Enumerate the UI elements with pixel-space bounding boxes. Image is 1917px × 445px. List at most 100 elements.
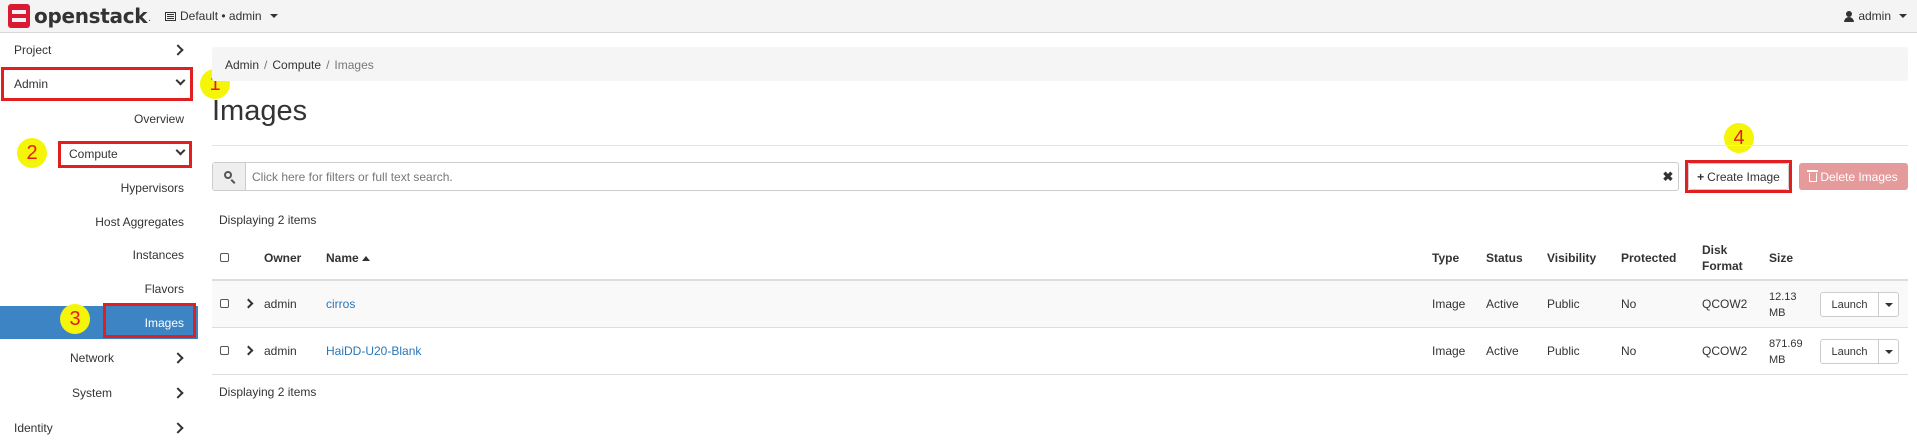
size-unit: MB [1769, 354, 1786, 366]
create-image-button[interactable]: + Create Image [1688, 163, 1789, 190]
annotation-badge-3: 3 [60, 304, 90, 334]
sidebar-item-label: Flavors [144, 282, 184, 296]
column-header-type[interactable]: Type [1432, 251, 1459, 265]
launch-button-group: Launch [1820, 339, 1899, 364]
annotation-badge-4: 4 [1724, 123, 1754, 153]
sidebar-item-instances[interactable]: Instances [0, 238, 198, 271]
launch-button-group: Launch [1820, 292, 1899, 317]
disk-format-line-2: Format [1702, 259, 1743, 273]
cell-type: Image [1432, 344, 1466, 358]
column-header-visibility[interactable]: Visibility [1547, 251, 1596, 265]
sidebar-item-label: Identity [14, 420, 53, 435]
column-header-disk-format[interactable]: Disk Format [1702, 242, 1743, 274]
column-header-name-label: Name [326, 251, 359, 265]
trash-icon [1807, 170, 1819, 182]
annotation-box-images [103, 303, 196, 338]
display-count-top: Displaying 2 items [219, 213, 317, 227]
sidebar-item-label: Instances [132, 248, 184, 262]
column-header-name[interactable]: Name [326, 251, 370, 265]
chevron-right-icon [172, 386, 184, 399]
launch-button[interactable]: Launch [1820, 292, 1879, 317]
brand-name: openstack [34, 4, 148, 28]
user-menu[interactable]: admin [1844, 9, 1907, 23]
sidebar-item-identity[interactable]: Identity [0, 411, 198, 444]
column-header-owner[interactable]: Owner [264, 251, 301, 265]
sidebar-item-system[interactable]: System [0, 376, 198, 409]
breadcrumb: Admin / Compute / Images [212, 47, 1908, 81]
table-header: Owner Name Type Status Visibility Protec… [212, 237, 1908, 281]
breadcrumb-current: Images [334, 58, 374, 72]
sidebar-item-host-aggregates[interactable]: Host Aggregates [0, 205, 198, 238]
chevron-right-icon [172, 351, 184, 364]
sidebar-item-label: System [72, 385, 113, 400]
clear-search-icon[interactable]: ✖ [1658, 169, 1678, 185]
cell-size: 871.69 MB [1769, 336, 1803, 368]
sidebar-item-label: Host Aggregates [95, 215, 184, 229]
launch-button[interactable]: Launch [1820, 339, 1879, 364]
brand-suffix: . [148, 13, 152, 24]
context-label: Default • admin [180, 9, 262, 23]
expand-row-icon[interactable] [243, 345, 254, 356]
row-checkbox[interactable] [220, 346, 229, 355]
create-image-label: Create Image [1707, 169, 1780, 184]
launch-dropdown-toggle[interactable] [1879, 292, 1899, 317]
sidebar-item-hypervisors[interactable]: Hypervisors [0, 171, 198, 204]
row-checkbox[interactable] [220, 299, 229, 308]
cell-owner: admin [264, 344, 297, 358]
sidebar-item-network[interactable]: Network [0, 341, 198, 374]
cell-status: Active [1486, 297, 1519, 311]
page-title: Images [212, 95, 308, 127]
delete-images-button[interactable]: Delete Images [1799, 163, 1908, 190]
search-input[interactable] [246, 164, 1658, 189]
cell-visibility: Public [1547, 297, 1580, 311]
column-header-protected[interactable]: Protected [1621, 251, 1676, 265]
search-addon [213, 163, 246, 190]
openstack-logo[interactable]: openstack . [8, 4, 151, 28]
breadcrumb-admin[interactable]: Admin [225, 58, 259, 72]
cell-owner: admin [264, 297, 297, 311]
chevron-right-icon [172, 43, 184, 56]
cell-name-link[interactable]: HaiDD-U20-Blank [326, 344, 421, 358]
sidebar-item-overview[interactable]: Overview [0, 102, 198, 135]
annotation-box-compute [58, 141, 192, 168]
display-count-bottom: Displaying 2 items [219, 385, 317, 399]
chevron-right-icon [172, 421, 184, 434]
size-value: 871.69 [1769, 338, 1803, 350]
disk-format-line-1: Disk [1702, 243, 1728, 257]
cell-status: Active [1486, 344, 1519, 358]
delete-images-label: Delete Images [1820, 169, 1898, 184]
size-unit: MB [1769, 307, 1786, 319]
sidebar-item-label: Project [14, 42, 52, 57]
sidebar-item-project[interactable]: Project [0, 33, 198, 66]
table-row: admin cirros Image Active Public No QCOW… [212, 281, 1908, 328]
cell-disk-format: QCOW2 [1702, 344, 1748, 358]
cell-name-link[interactable]: cirros [326, 297, 355, 311]
sort-ascending-icon [361, 256, 370, 262]
cell-size: 12.13 MB [1769, 289, 1797, 321]
sidebar-item-flavors[interactable]: Flavors [0, 272, 198, 305]
openstack-logo-icon [8, 4, 30, 28]
expand-row-icon[interactable] [243, 298, 254, 309]
user-icon [1844, 10, 1855, 22]
sidebar-item-label: Overview [133, 112, 184, 126]
user-name: admin [1858, 9, 1891, 23]
cell-visibility: Public [1547, 344, 1580, 358]
caret-down-icon [269, 14, 278, 18]
sidebar-item-label: Network [70, 350, 115, 365]
annotation-badge-2: 2 [17, 138, 47, 168]
sidebar-item-label: Hypervisors [120, 181, 184, 195]
column-header-size[interactable]: Size [1769, 251, 1793, 265]
filter-search-bar: ✖ [212, 162, 1679, 191]
cell-type: Image [1432, 297, 1466, 311]
select-all-checkbox[interactable] [220, 253, 229, 262]
project-context-menu[interactable]: Default • admin [165, 9, 278, 23]
title-divider [212, 145, 1908, 146]
cell-protected: No [1621, 297, 1637, 311]
plus-icon: + [1697, 169, 1705, 184]
launch-dropdown-toggle[interactable] [1879, 339, 1899, 364]
cell-protected: No [1621, 344, 1637, 358]
column-header-status[interactable]: Status [1486, 251, 1523, 265]
cell-disk-format: QCOW2 [1702, 297, 1748, 311]
search-icon [224, 171, 232, 179]
breadcrumb-compute[interactable]: Compute [272, 58, 321, 72]
